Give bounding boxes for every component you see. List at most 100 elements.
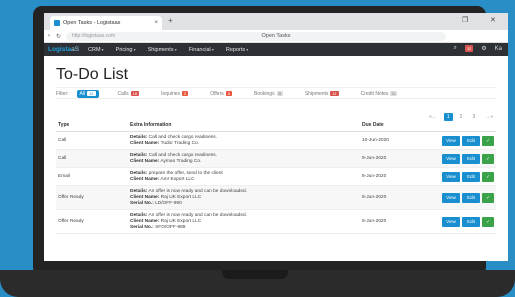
client-label: Client Name: xyxy=(130,194,160,200)
cell-info: Details: prepare the offer, send to the … xyxy=(128,167,360,186)
main-content: To-Do List Filter: All 12 Calls 18 Inquiri… xyxy=(44,56,508,261)
filter-bookings-label: Bookings xyxy=(254,90,275,97)
nav-financial[interactable]: Financial xyxy=(189,47,214,53)
details-value: prepare the offer, send to the client xyxy=(148,170,223,176)
filter-shipments[interactable]: Shipments 11 xyxy=(302,90,342,98)
filter-inquiries-count: 2 xyxy=(182,91,189,96)
complete-button[interactable]: ✓ xyxy=(482,135,494,146)
cell-due: 8-Jun-2020 xyxy=(360,209,420,234)
cell-actions: View Edit ✓ xyxy=(420,185,496,210)
table-row: Offer Ready Details: An offer is now read… xyxy=(56,209,496,234)
details-label: Details: xyxy=(130,170,148,176)
tab-title: Open Tasks - Logistaas xyxy=(63,20,121,26)
nav-pricing[interactable]: Pricing xyxy=(116,47,136,53)
filter-inquiries-label: Inquiries xyxy=(161,90,180,97)
edit-button[interactable]: Edit xyxy=(462,153,480,164)
filter-bar: Filter: All 12 Calls 18 Inquiries 2 Offers 8… xyxy=(56,87,496,99)
back-icon[interactable]: ‹ xyxy=(48,33,50,39)
client-value: Raj UK Export LLC xyxy=(160,194,202,200)
cell-due: 9-Jun-2020 xyxy=(360,149,420,168)
tab-open-tasks[interactable]: Open Tasks - Logistaas × xyxy=(50,16,162,30)
serial-value: LD/OFF-990 xyxy=(155,200,182,206)
filter-credit-notes[interactable]: Credit Notes 0 xyxy=(358,90,400,98)
laptop-notch xyxy=(222,270,288,279)
view-button[interactable]: View xyxy=(442,192,460,203)
tab-bar: Open Tasks - Logistaas × + ❐ ✕ xyxy=(44,13,508,30)
new-tab-button[interactable]: + xyxy=(168,16,173,25)
details-value: An offer is now ready and can be downloa… xyxy=(148,188,247,194)
filter-offers[interactable]: Offers 8 xyxy=(207,90,235,98)
client-value: Tudor Trading Co. xyxy=(160,140,200,146)
cell-due: 8-Jun-2020 xyxy=(360,185,420,210)
cell-actions: View Edit ✓ xyxy=(420,131,496,150)
cell-type: Email xyxy=(56,167,128,186)
edit-button[interactable]: Edit xyxy=(462,171,480,182)
address-bar: ‹ ↻ http://logistaas.com Open Tasks xyxy=(44,30,508,43)
tab-close-icon[interactable]: × xyxy=(154,20,158,26)
client-label: Client Name: xyxy=(130,176,160,182)
browser-window: Open Tasks - Logistaas × + ❐ ✕ ‹ ↻ http:… xyxy=(44,13,508,261)
details-label: Details: xyxy=(130,152,148,158)
filter-shipments-label: Shipments xyxy=(304,90,329,97)
edit-button[interactable]: Edit xyxy=(462,192,480,203)
view-button[interactable]: View xyxy=(442,216,460,227)
cell-type: Offer Ready xyxy=(56,209,128,234)
settings-icon[interactable]: ⚙ xyxy=(481,45,486,52)
pager-page-3[interactable]: 3 xyxy=(469,113,478,121)
view-button[interactable]: View xyxy=(442,171,460,182)
serial-value: SFO/OFF-989 xyxy=(155,224,186,230)
filter-label: Filter: xyxy=(56,90,69,97)
edit-button[interactable]: Edit xyxy=(462,135,480,146)
client-label: Client Name: xyxy=(130,158,160,164)
complete-button[interactable]: ✓ xyxy=(482,153,494,164)
cell-info: Details: An offer is now ready and can b… xyxy=(128,209,360,234)
filter-credit-notes-label: Credit Notes xyxy=(360,90,389,97)
edit-button[interactable]: Edit xyxy=(462,216,480,227)
serial-label: Serial No.: xyxy=(130,200,154,206)
cell-info: Details: An offer is now ready and can b… xyxy=(128,185,360,210)
user-menu[interactable]: Ka xyxy=(495,46,502,52)
client-value: Amr Export LLC xyxy=(160,176,195,182)
client-value: Ayman Trading Co. xyxy=(160,158,202,164)
close-window-icon[interactable]: ✕ xyxy=(490,16,496,24)
nav-crm[interactable]: CRM xyxy=(88,47,104,53)
details-value: An offer is now ready and can be downloa… xyxy=(148,212,247,218)
cell-due: 8-Jun-2020 xyxy=(360,167,420,186)
url-input[interactable]: http://logistaas.com xyxy=(66,32,446,41)
filter-calls[interactable]: Calls 18 xyxy=(115,90,143,98)
app-logo[interactable]: LogistaaS xyxy=(48,46,88,53)
row-serial: Serial No.: SFO/OFF-989 xyxy=(130,225,358,231)
complete-button[interactable]: ✓ xyxy=(482,216,494,227)
filter-credit-notes-count: 0 xyxy=(390,91,397,96)
row-client: Client Name: Ayman Trading Co. xyxy=(130,159,358,165)
filter-inquiries[interactable]: Inquiries 2 xyxy=(158,90,191,98)
pager-page-2[interactable]: 2 xyxy=(457,113,466,121)
cell-type: Call xyxy=(56,131,128,150)
pager-next[interactable]: →» xyxy=(482,113,496,121)
pagination: «← 1 2 3 →» xyxy=(426,113,496,121)
serial-label: Serial No.: xyxy=(130,224,154,230)
nav-reports[interactable]: Reports xyxy=(226,47,248,53)
complete-button[interactable]: ✓ xyxy=(482,192,494,203)
nav-shipments[interactable]: Shipments xyxy=(148,47,177,53)
notification-badge[interactable]: 32 xyxy=(464,45,474,52)
view-button[interactable]: View xyxy=(442,135,460,146)
restore-window-icon[interactable]: ❐ xyxy=(462,16,468,24)
pager-prev[interactable]: «← xyxy=(426,113,440,121)
cell-actions: View Edit ✓ xyxy=(420,167,496,186)
table-row: Email Details: prepare the offer, send to… xyxy=(56,167,496,186)
logo-main: Logista xyxy=(48,46,72,53)
client-value: Raj UK Export LLC xyxy=(160,218,202,224)
complete-button[interactable]: ✓ xyxy=(482,171,494,182)
pager-page-1[interactable]: 1 xyxy=(443,113,453,121)
filter-bookings[interactable]: Bookings 0 xyxy=(251,90,286,98)
search-icon[interactable]: ⌕ xyxy=(453,45,456,52)
view-button[interactable]: View xyxy=(442,153,460,164)
reload-icon[interactable]: ↻ xyxy=(56,33,61,40)
filter-offers-count: 8 xyxy=(225,91,232,96)
cell-type: Offer Ready xyxy=(56,185,128,210)
filter-all[interactable]: All 12 xyxy=(76,89,99,98)
filter-shipments-count: 11 xyxy=(330,91,339,96)
client-label: Client Name: xyxy=(130,140,160,146)
filter-offers-label: Offers xyxy=(210,90,224,97)
